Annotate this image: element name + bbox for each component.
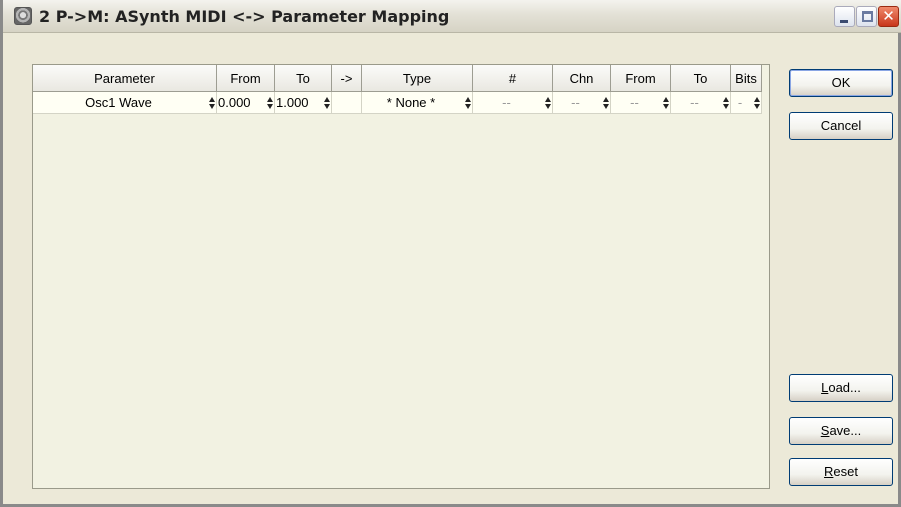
parameter-cell[interactable]: Osc1 Wave: [33, 92, 217, 114]
arrow-cell[interactable]: [332, 92, 362, 114]
cancel-button[interactable]: Cancel: [789, 112, 893, 140]
load-button[interactable]: Load...: [789, 374, 893, 402]
ok-button[interactable]: OK: [789, 69, 893, 97]
midi-to-cell[interactable]: --: [671, 92, 731, 114]
spinner-icon[interactable]: [754, 97, 760, 109]
column-header-from[interactable]: From: [217, 65, 275, 92]
spinner-icon[interactable]: [209, 97, 215, 109]
table-row[interactable]: Osc1 Wave 0.000 1.000 * None * -- -- -- …: [33, 92, 762, 114]
column-header-arrow[interactable]: ->: [332, 65, 362, 92]
midi-to-value: --: [690, 95, 699, 110]
close-icon: ✕: [882, 7, 895, 25]
spinner-icon[interactable]: [603, 97, 609, 109]
reset-button[interactable]: Reset: [789, 458, 893, 486]
minimize-button[interactable]: [834, 6, 855, 27]
load-label: oad...: [828, 380, 861, 395]
spinner-icon[interactable]: [267, 97, 273, 109]
reset-mnemonic: R: [824, 464, 834, 479]
grid-header-row: Parameter From To -> Type # Chn From To …: [33, 65, 762, 92]
title-bar[interactable]: 2 P->M: ASynth MIDI <-> Parameter Mappin…: [3, 0, 901, 33]
to-value: 1.000: [276, 95, 309, 110]
from-cell[interactable]: 0.000: [217, 92, 275, 114]
channel-value: --: [571, 95, 580, 110]
type-value: * None *: [386, 95, 436, 110]
bits-value: -: [737, 95, 743, 110]
maximize-icon: [862, 11, 873, 22]
to-cell[interactable]: 1.000: [275, 92, 332, 114]
from-value: 0.000: [218, 95, 251, 110]
spinner-icon[interactable]: [545, 97, 551, 109]
column-header-number[interactable]: #: [473, 65, 553, 92]
maximize-button[interactable]: [856, 6, 877, 27]
midi-from-cell[interactable]: --: [611, 92, 671, 114]
spinner-icon[interactable]: [723, 97, 729, 109]
bits-cell[interactable]: -: [731, 92, 762, 114]
window-title: 2 P->M: ASynth MIDI <-> Parameter Mappin…: [39, 7, 450, 26]
column-header-midi-from[interactable]: From: [611, 65, 671, 92]
parameter-mapping-grid[interactable]: Parameter From To -> Type # Chn From To …: [32, 64, 770, 489]
spinner-icon[interactable]: [324, 97, 330, 109]
reset-label: eset: [833, 464, 858, 479]
midi-from-value: --: [630, 95, 639, 110]
app-icon[interactable]: [14, 7, 32, 25]
save-button[interactable]: Save...: [789, 417, 893, 445]
spinner-icon[interactable]: [465, 97, 471, 109]
save-label: ave...: [829, 423, 862, 438]
column-header-channel[interactable]: Chn: [553, 65, 611, 92]
close-button[interactable]: ✕: [878, 6, 899, 27]
channel-cell[interactable]: --: [553, 92, 611, 114]
number-cell[interactable]: --: [473, 92, 553, 114]
minimize-icon: [840, 20, 848, 23]
column-header-midi-to[interactable]: To: [671, 65, 731, 92]
column-header-bits[interactable]: Bits: [731, 65, 762, 92]
parameter-value: Osc1 Wave: [85, 95, 152, 110]
column-header-parameter[interactable]: Parameter: [33, 65, 217, 92]
number-value: --: [502, 95, 511, 110]
column-header-to[interactable]: To: [275, 65, 332, 92]
type-cell[interactable]: * None *: [362, 92, 473, 114]
dialog-window: 2 P->M: ASynth MIDI <-> Parameter Mappin…: [0, 0, 901, 507]
column-header-type[interactable]: Type: [362, 65, 473, 92]
spinner-icon[interactable]: [663, 97, 669, 109]
